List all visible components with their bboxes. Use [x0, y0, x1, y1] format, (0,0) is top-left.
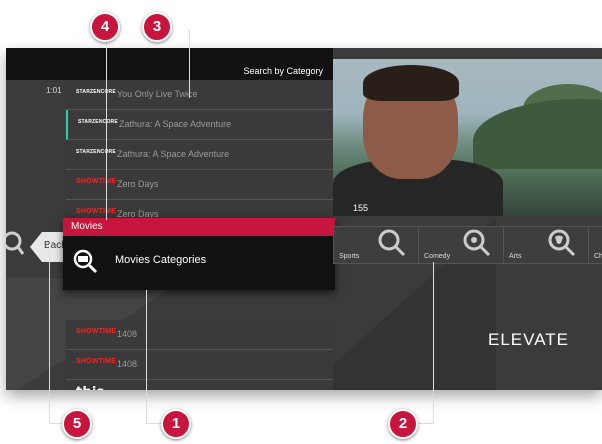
video-scenery	[473, 99, 602, 169]
callout-leader-4	[106, 30, 107, 220]
category-tile-arts[interactable]: Arts	[503, 226, 589, 264]
previous-item-icon[interactable]	[6, 228, 25, 258]
callout-leader-3	[169, 30, 190, 98]
channel-logo: SHOWTIME	[76, 178, 117, 185]
category-label: Ch	[594, 253, 602, 260]
category-popup[interactable]: Movies Movies Categories	[63, 218, 335, 290]
callout-leader-2	[415, 262, 434, 424]
comedy-search-icon	[463, 229, 491, 257]
arts-search-icon	[548, 229, 576, 257]
clock: 1:01	[46, 86, 62, 95]
callout-badge-1: 1	[161, 409, 191, 439]
callout-leader-1	[146, 290, 165, 424]
category-tile-comedy[interactable]: Comedy	[418, 226, 504, 264]
page-title: Search by Category	[243, 66, 323, 76]
channel-logo: this	[76, 385, 104, 390]
channel-logo: SHOWTIME	[76, 328, 117, 335]
category-label: Arts	[509, 253, 522, 260]
listing-title: Zero Days	[117, 179, 159, 189]
listing-row[interactable]: this 1984	[66, 380, 333, 390]
channel-number: 155	[353, 203, 369, 213]
channel-logo: STARZENCORE	[76, 89, 116, 95]
category-tile-sports[interactable]: Sports	[333, 226, 419, 264]
live-video-preview[interactable]: 155	[333, 59, 602, 216]
callout-badge-4: 4	[90, 12, 120, 42]
callout-badge-5: 5	[62, 409, 92, 439]
category-label: Comedy	[424, 253, 451, 260]
video-subject	[363, 65, 459, 101]
sports-search-icon	[378, 229, 406, 257]
channel-logo: SHOWTIME	[76, 208, 117, 215]
listing-title: 1408	[117, 329, 138, 339]
listing-row[interactable]: SHOWTIME 1408	[66, 320, 333, 350]
callout-badge-2: 2	[388, 409, 418, 439]
listing-title: Zathura: A Space Adventure	[119, 119, 232, 129]
channel-logo: STARZENCORE	[78, 119, 118, 125]
tv-screen: Search by Category 1:01 STARZENCORE You …	[6, 48, 602, 390]
channel-logo: SHOWTIME	[76, 358, 117, 365]
listing-title: Zathura: A Space Adventure	[117, 149, 230, 159]
category-tile-partial[interactable]: Ch	[588, 226, 602, 264]
callout-leader-5	[49, 244, 77, 424]
category-label: Sports	[339, 253, 360, 260]
listing-title: 1984	[117, 389, 137, 390]
channel-logo: STARZENCORE	[76, 149, 116, 155]
listing-title: 1408	[117, 359, 138, 369]
brand-logo: ELEVATE	[488, 330, 570, 349]
listing-row[interactable]: SHOWTIME 1408	[66, 350, 333, 380]
callout-badge-3: 3	[142, 12, 172, 42]
popup-item-label[interactable]: Movies Categories	[115, 254, 206, 266]
popup-header: Movies	[63, 218, 335, 236]
